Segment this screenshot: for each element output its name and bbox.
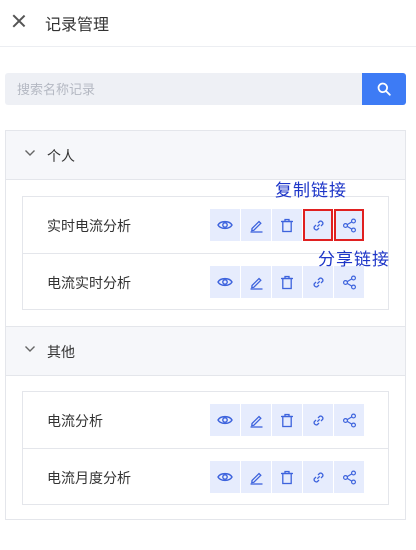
eye-icon [217, 277, 233, 287]
copy-link-button[interactable] [303, 404, 333, 436]
row-actions [210, 209, 365, 241]
search-field [5, 73, 362, 105]
delete-button[interactable] [272, 461, 302, 493]
edit-icon [250, 220, 262, 233]
header-bar: 记录管理 [0, 0, 416, 47]
row-actions [210, 461, 365, 493]
edit-button[interactable] [241, 266, 271, 298]
list-item: 电流月度分析 [23, 448, 388, 505]
edit-button[interactable] [241, 404, 271, 436]
group-header-other[interactable]: 其他 [6, 326, 405, 376]
record-name: 实时电流分析 [47, 218, 131, 234]
record-name: 电流月度分析 [47, 470, 131, 486]
share-icon [342, 470, 356, 485]
edit-icon [250, 277, 262, 290]
record-name: 电流分析 [47, 413, 103, 429]
view-button[interactable] [210, 209, 240, 241]
group-header-personal[interactable]: 个人 [6, 131, 405, 180]
trash-icon [281, 275, 293, 289]
eye-icon [217, 415, 233, 425]
search-button[interactable] [362, 73, 406, 105]
delete-button[interactable] [272, 404, 302, 436]
list-item: 电流分析 [23, 392, 388, 448]
share-button[interactable] [334, 404, 364, 436]
edit-button[interactable] [241, 209, 271, 241]
view-button[interactable] [210, 266, 240, 298]
group-label: 其他 [47, 344, 75, 360]
link-icon [312, 471, 324, 483]
copy-link-button[interactable] [303, 266, 333, 298]
link-icon [312, 219, 324, 231]
search-input[interactable] [5, 73, 362, 105]
trash-icon [281, 470, 293, 484]
delete-button[interactable] [272, 266, 302, 298]
share-button[interactable] [334, 209, 364, 241]
copy-link-button[interactable] [303, 461, 333, 493]
chevron-down-icon [25, 346, 35, 352]
share-icon [342, 413, 356, 428]
share-icon [342, 218, 356, 233]
view-button[interactable] [210, 461, 240, 493]
share-icon [342, 275, 356, 290]
trash-icon [281, 413, 293, 427]
group-list-other: 电流分析 电流月度分析 [22, 391, 389, 505]
chevron-down-icon [25, 150, 35, 156]
group-label: 个人 [47, 148, 75, 164]
eye-icon [217, 472, 233, 482]
trash-icon [281, 218, 293, 232]
copy-link-button[interactable] [303, 209, 333, 241]
share-button[interactable] [334, 461, 364, 493]
search-icon [377, 82, 391, 96]
view-button[interactable] [210, 404, 240, 436]
eye-icon [217, 220, 233, 230]
delete-button[interactable] [272, 209, 302, 241]
close-icon[interactable] [10, 12, 28, 30]
link-icon [312, 276, 324, 288]
record-name: 电流实时分析 [47, 275, 131, 291]
share-button[interactable] [334, 266, 364, 298]
row-actions [210, 404, 365, 436]
row-actions [210, 266, 365, 298]
edit-icon [250, 415, 262, 428]
edit-icon [250, 472, 262, 485]
copy-link-annotation: 复制链接 [275, 181, 347, 200]
page-title: 记录管理 [45, 17, 110, 34]
share-link-annotation: 分享链接 [318, 250, 390, 269]
edit-button[interactable] [241, 461, 271, 493]
link-icon [312, 414, 324, 426]
